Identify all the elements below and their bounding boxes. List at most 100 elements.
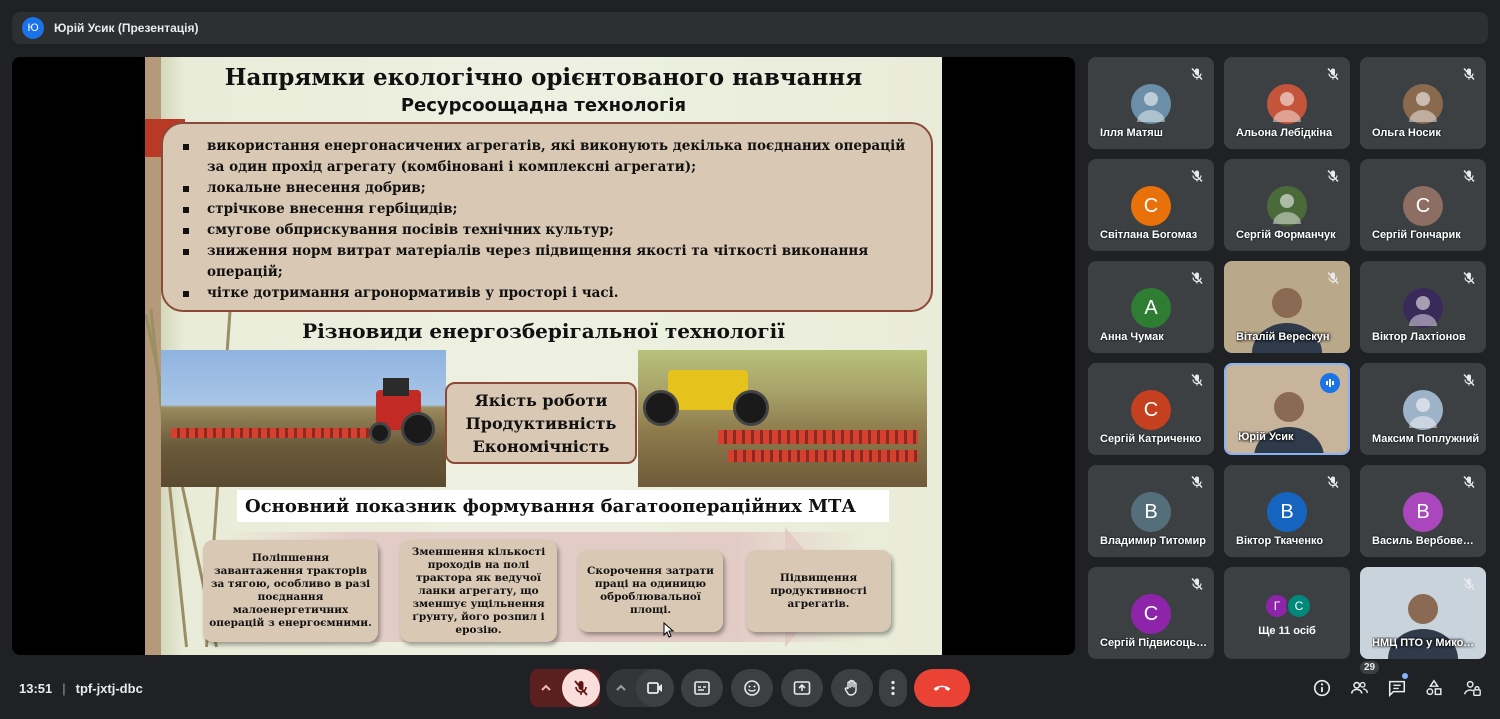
participant-name: Сергій Форманчук bbox=[1236, 229, 1336, 241]
people-button[interactable] bbox=[1348, 677, 1370, 699]
mic-off-icon bbox=[1463, 68, 1475, 80]
participant-name: Сергій Катриченко bbox=[1100, 433, 1202, 445]
mic-off-icon bbox=[1463, 578, 1475, 590]
participant-name: Сергій Гончарик bbox=[1372, 229, 1461, 241]
present-screen-button[interactable] bbox=[781, 669, 823, 707]
participant-tile[interactable]: Віктор Лахтіонов bbox=[1360, 261, 1486, 353]
avatar-photo-icon bbox=[1409, 398, 1437, 428]
participant-tile[interactable]: В Владимир Титомир bbox=[1088, 465, 1214, 557]
meeting-code[interactable]: tpf-jxtj-dbc bbox=[76, 681, 143, 696]
meet-window: Ю Юрій Усик (Презентація) Напрямки еколо… bbox=[0, 0, 1500, 719]
participant-tile[interactable]: С Сергій Катриченко bbox=[1088, 363, 1214, 455]
bullet-item: чітке дотримання агронормативів у просто… bbox=[181, 283, 913, 304]
leave-call-button[interactable] bbox=[914, 669, 970, 707]
participant-avatar bbox=[1267, 186, 1307, 226]
presenter-label: Юрій Усик (Презентація) bbox=[54, 21, 199, 35]
participant-tile[interactable]: С Сергій Гончарик bbox=[1360, 159, 1486, 251]
lock-person-icon bbox=[1464, 680, 1481, 696]
wheel-shape bbox=[643, 390, 679, 426]
quality-line: Економічність bbox=[472, 436, 610, 456]
participant-tile[interactable]: НМЦ ПТО у Миколаївській bbox=[1360, 567, 1486, 659]
mic-off-icon bbox=[1463, 272, 1475, 284]
avatar-photo-icon bbox=[1409, 92, 1437, 122]
participant-tile[interactable]: С Світлана Богомаз bbox=[1088, 159, 1214, 251]
more-options-button[interactable] bbox=[879, 669, 907, 707]
participant-tile[interactable]: С Сергій Підвисоцький bbox=[1088, 567, 1214, 659]
shapes-icon bbox=[1426, 679, 1442, 696]
mic-toggle-button[interactable] bbox=[562, 669, 600, 707]
participant-avatar: С bbox=[1286, 593, 1312, 619]
participant-tile[interactable]: В Віктор Ткаченко bbox=[1224, 465, 1350, 557]
wheel-shape bbox=[733, 390, 769, 426]
raise-hand-button[interactable] bbox=[831, 669, 873, 707]
activities-button[interactable] bbox=[1423, 677, 1445, 699]
avatar-photo-icon bbox=[1273, 92, 1301, 122]
mic-off-icon bbox=[1191, 272, 1203, 284]
camera-control-group bbox=[606, 669, 674, 707]
captions-button[interactable] bbox=[681, 669, 723, 707]
participant-name: Світлана Богомаз bbox=[1100, 229, 1198, 241]
participant-avatar: С bbox=[1131, 390, 1171, 430]
people-count-badge: 29 bbox=[1360, 661, 1380, 674]
chevron-up-icon bbox=[616, 684, 626, 691]
participant-name: Максим Поплужний bbox=[1372, 433, 1480, 445]
chat-button[interactable] bbox=[1386, 677, 1408, 699]
participant-tile[interactable]: В Василь Вербовенко bbox=[1360, 465, 1486, 557]
main-indicator-title: Основний показник формування багатоопера… bbox=[237, 490, 889, 522]
harrow-shape bbox=[171, 428, 371, 438]
mic-options-button[interactable] bbox=[530, 669, 562, 707]
camera-toggle-button[interactable] bbox=[636, 669, 674, 707]
participant-tile[interactable]: Ольга Носик bbox=[1360, 57, 1486, 149]
speaking-indicator bbox=[1320, 373, 1340, 393]
reactions-button[interactable] bbox=[731, 669, 773, 707]
slide: Напрямки екологічно орієнтованого навчан… bbox=[145, 57, 942, 655]
host-controls-button[interactable] bbox=[1461, 677, 1483, 699]
quality-line: Продуктивність bbox=[465, 413, 617, 433]
presenter-avatar: Ю bbox=[22, 17, 44, 39]
mic-off-icon bbox=[574, 680, 588, 696]
chevron-up-icon bbox=[541, 684, 551, 691]
camera-options-button[interactable] bbox=[606, 669, 636, 707]
mic-off-icon bbox=[1463, 170, 1475, 182]
mic-off-icon bbox=[1327, 272, 1339, 284]
mic-off-icon bbox=[1327, 476, 1339, 488]
more-participants-label: Ще 11 осіб bbox=[1258, 625, 1316, 637]
participant-tile[interactable]: А Анна Чумак bbox=[1088, 261, 1214, 353]
avatar-photo-icon bbox=[1409, 296, 1437, 326]
raise-hand-icon bbox=[844, 679, 857, 696]
bullet-item: смугове обприскування посівів технічних … bbox=[181, 220, 913, 241]
participant-tile[interactable]: Ілля Матяш bbox=[1088, 57, 1214, 149]
indicator-card: Зменшення кількості проходів на полі тра… bbox=[400, 540, 557, 642]
avatar-photo-icon bbox=[1273, 194, 1301, 224]
participant-tile[interactable]: Віталій Верескун bbox=[1224, 261, 1350, 353]
participant-name: Віктор Ткаченко bbox=[1236, 535, 1324, 547]
tractor-photo-left bbox=[161, 350, 446, 487]
presentation-bar: Ю Юрій Усик (Презентація) bbox=[12, 12, 1488, 44]
participant-avatar bbox=[1131, 84, 1171, 124]
mic-off-icon bbox=[1463, 374, 1475, 386]
avatar-photo-icon bbox=[1137, 92, 1165, 122]
participant-tile[interactable]: Альона Лебідкіна bbox=[1224, 57, 1350, 149]
meeting-time: 13:51 bbox=[19, 681, 53, 696]
bullet-box: використання енергонасичених агрегатів, … bbox=[161, 122, 933, 312]
participant-name: Сергій Підвисоцький bbox=[1100, 637, 1208, 649]
mouse-cursor-icon bbox=[663, 622, 675, 638]
bullet-item: зниження норм витрат матеріалів через пі… bbox=[181, 241, 913, 283]
participant-avatar bbox=[1403, 390, 1443, 430]
mic-off-icon bbox=[1191, 578, 1203, 590]
present-screen-icon bbox=[793, 681, 811, 695]
mic-off-icon bbox=[1191, 170, 1203, 182]
bullet-item: використання енергонасичених агрегатів, … bbox=[181, 136, 913, 178]
meeting-details-button[interactable] bbox=[1311, 677, 1333, 699]
tractor-cab-shape bbox=[383, 378, 409, 396]
participant-tile[interactable]: Сергій Форманчук bbox=[1224, 159, 1350, 251]
participant-tile[interactable]: Г С Ще 11 осіб bbox=[1224, 567, 1350, 659]
participant-tile[interactable]: Юрій Усик bbox=[1224, 363, 1350, 455]
end-call-icon bbox=[933, 685, 951, 691]
mic-control-group bbox=[530, 669, 600, 707]
presentation-stage[interactable]: Напрямки екологічно орієнтованого навчан… bbox=[12, 57, 1075, 655]
participant-tile[interactable]: Максим Поплужний bbox=[1360, 363, 1486, 455]
bullet-item: стрічкове внесення гербіцидів; bbox=[181, 199, 913, 220]
control-bar: 13:51 | tpf-jxtj-dbc 29 bbox=[0, 661, 1500, 719]
participant-name: Ольга Носик bbox=[1372, 127, 1441, 139]
